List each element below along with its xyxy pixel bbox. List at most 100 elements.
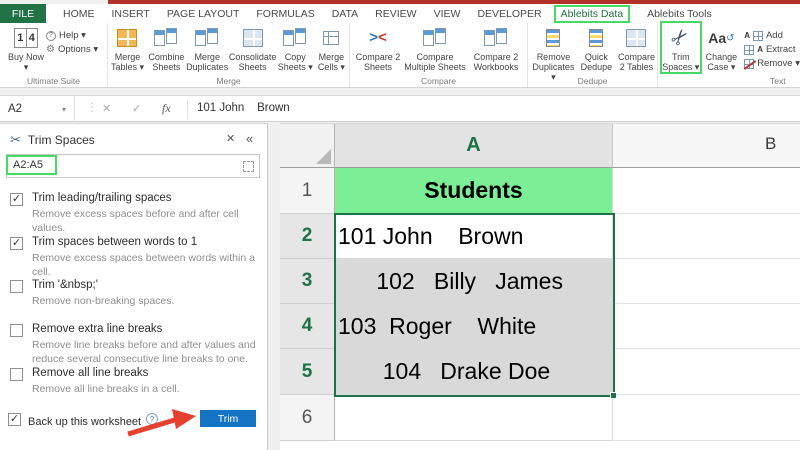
checkbox[interactable] [10,368,23,381]
tab-formulas[interactable]: FORMULAS [256,8,314,20]
buy-now-icon: 14 [14,26,38,50]
merge-tables-button[interactable]: Merge Tables ▾ [108,23,147,72]
option-label[interactable]: Trim leading/trailing spaces [32,192,258,204]
column-header-b[interactable]: B [613,124,800,168]
cell-b6[interactable] [613,395,800,441]
row-header-1[interactable]: 1 [280,168,335,214]
enter-icon[interactable]: ✓ [132,102,141,115]
add-button[interactable]: AAdd [744,30,800,41]
merge-cells-button[interactable]: Merge Cells ▾ [314,23,349,72]
pane-close-icon[interactable]: ✕ [226,132,235,145]
range-value: A2:A5 [6,155,57,175]
cell-a5[interactable]: 104 Drake Doe [335,349,613,395]
cell-a3[interactable]: 102 Billy James [335,259,613,304]
ribbon: 14 Buy Now ▾ ?Help ▾ ⚙Options ▾ Ultimate… [0,23,800,88]
tab-ablebits-data[interactable]: Ablebits Data [554,5,630,23]
copy-sheets-icon [283,26,307,50]
copy-sheets-button[interactable]: Copy Sheets ▾ [277,23,314,72]
insert-function-icon[interactable]: fx [162,101,171,116]
change-case-button[interactable]: Aa↺ Change Case ▾ [703,23,741,72]
checkbox[interactable]: ✓ [8,413,21,426]
select-range-icon[interactable] [243,161,254,172]
option-label[interactable]: Remove extra line breaks [32,323,258,335]
compare-2-workbooks-icon [484,26,508,50]
merge-duplicates-button[interactable]: Merge Duplicates [186,23,229,72]
column-header-a[interactable]: A [335,124,613,168]
option-label[interactable]: Remove all line breaks [32,367,258,379]
group-label: Compare [350,76,527,86]
merge-duplicates-icon [195,26,219,50]
tab-view[interactable]: VIEW [434,8,461,20]
consolidate-sheets-icon [243,26,263,50]
extract-button[interactable]: AExtract [744,44,800,55]
tab-data[interactable]: DATA [332,8,358,20]
quick-dedupe-button[interactable]: Quick Dedupe [577,23,616,72]
cancel-icon[interactable]: ✕ [102,102,111,115]
tab-home[interactable]: HOME [63,8,95,20]
cell-a2[interactable]: 101 John Brown [335,214,613,259]
formula-divider [187,99,188,119]
pane-title: Trim Spaces [28,133,95,147]
options-button[interactable]: ⚙Options ▾ [46,44,98,55]
option-label[interactable]: Trim '&nbsp;' [32,279,258,291]
trim-spaces-button[interactable]: ✂ Trim Spaces ▾ [662,23,700,72]
compare-multiple-sheets-button[interactable]: Compare Multiple Sheets [404,23,466,72]
help-button[interactable]: ?Help ▾ [46,30,98,41]
checkbox[interactable]: ✓ [10,193,23,206]
cell-b1[interactable] [613,168,800,214]
pane-collapse-icon[interactable]: « [246,131,253,146]
trim-button[interactable]: Trim [200,410,256,427]
cell-b3[interactable] [613,259,800,304]
compare-2-workbooks-button[interactable]: Compare 2 Workbooks [466,23,526,72]
formula-bar-divider: ⋮ [86,100,98,114]
group-label: Ultimate Suite [0,76,107,86]
cell-a4[interactable]: 103 Roger White [335,304,613,349]
row-header-6[interactable]: 6 [280,395,335,441]
gear-icon: ⚙ [46,44,55,55]
tab-file[interactable]: FILE [0,4,46,23]
cell-b5[interactable] [613,349,800,395]
buy-now-button[interactable]: 14 Buy Now ▾ [6,23,46,72]
option-desc: Remove excess spaces between words withi… [32,251,260,279]
tab-insert[interactable]: INSERT [112,8,150,20]
option-trim-between-words: ✓ Trim spaces between words to 1 Remove … [10,236,258,279]
select-all-corner[interactable] [280,124,335,168]
checkbox[interactable] [10,280,23,293]
cell-a1[interactable]: Students [335,168,613,214]
group-label: Merge [108,76,349,86]
backup-label[interactable]: Back up this worksheet [28,416,141,428]
remove-button[interactable]: Remove ▾ [744,58,800,69]
row-header-2[interactable]: 2 [280,214,335,259]
option-label[interactable]: Trim spaces between words to 1 [32,236,258,248]
row-header-3[interactable]: 3 [280,259,335,304]
tab-developer[interactable]: DEVELOPER [477,8,541,20]
compare-2-sheets-button[interactable]: >< Compare 2 Sheets [352,23,404,72]
compare-2-tables-button[interactable]: Compare 2 Tables [616,23,657,72]
tab-review[interactable]: REVIEW [375,8,416,20]
row-header-5[interactable]: 5 [280,349,335,395]
name-box-caret-icon[interactable]: ▾ [62,105,66,114]
remove-duplicates-button[interactable]: Remove Duplicates ▾ [530,23,577,82]
compare-2-sheets-icon: >< [369,26,387,50]
change-case-icon: Aa↺ [708,26,734,50]
option-remove-all-line-breaks: Remove all line breaks Remove all line b… [10,367,258,396]
consolidate-sheets-button[interactable]: Consolidate Sheets [229,23,277,72]
trim-spaces-pane: ✂ Trim Spaces ✕ « A2:A5 ✓ Trim leading/t… [0,123,268,450]
cell-b2[interactable] [613,214,800,259]
tab-ablebits-tools[interactable]: Ablebits Tools [647,8,712,20]
combine-sheets-button[interactable]: Combine Sheets [147,23,186,72]
annotation-arrow [126,406,200,438]
remove-duplicates-icon [546,26,560,50]
formula-value[interactable]: 101 John Brown [197,102,290,114]
cell-a6[interactable] [335,395,613,441]
group-label: Dedupe [528,76,657,86]
tab-page-layout[interactable]: PAGE LAYOUT [167,8,240,20]
row-header-4[interactable]: 4 [280,304,335,349]
checkbox[interactable]: ✓ [10,237,23,250]
checkbox[interactable] [10,324,23,337]
option-trim-nbsp: Trim '&nbsp;' Remove non-breaking spaces… [10,279,258,308]
range-input[interactable]: A2:A5 [6,154,260,178]
cell-b4[interactable] [613,304,800,349]
group-dedupe: Remove Duplicates ▾ Quick Dedupe Compare… [528,23,658,87]
group-merge: Merge Tables ▾ Combine Sheets Merge Dupl… [108,23,350,87]
